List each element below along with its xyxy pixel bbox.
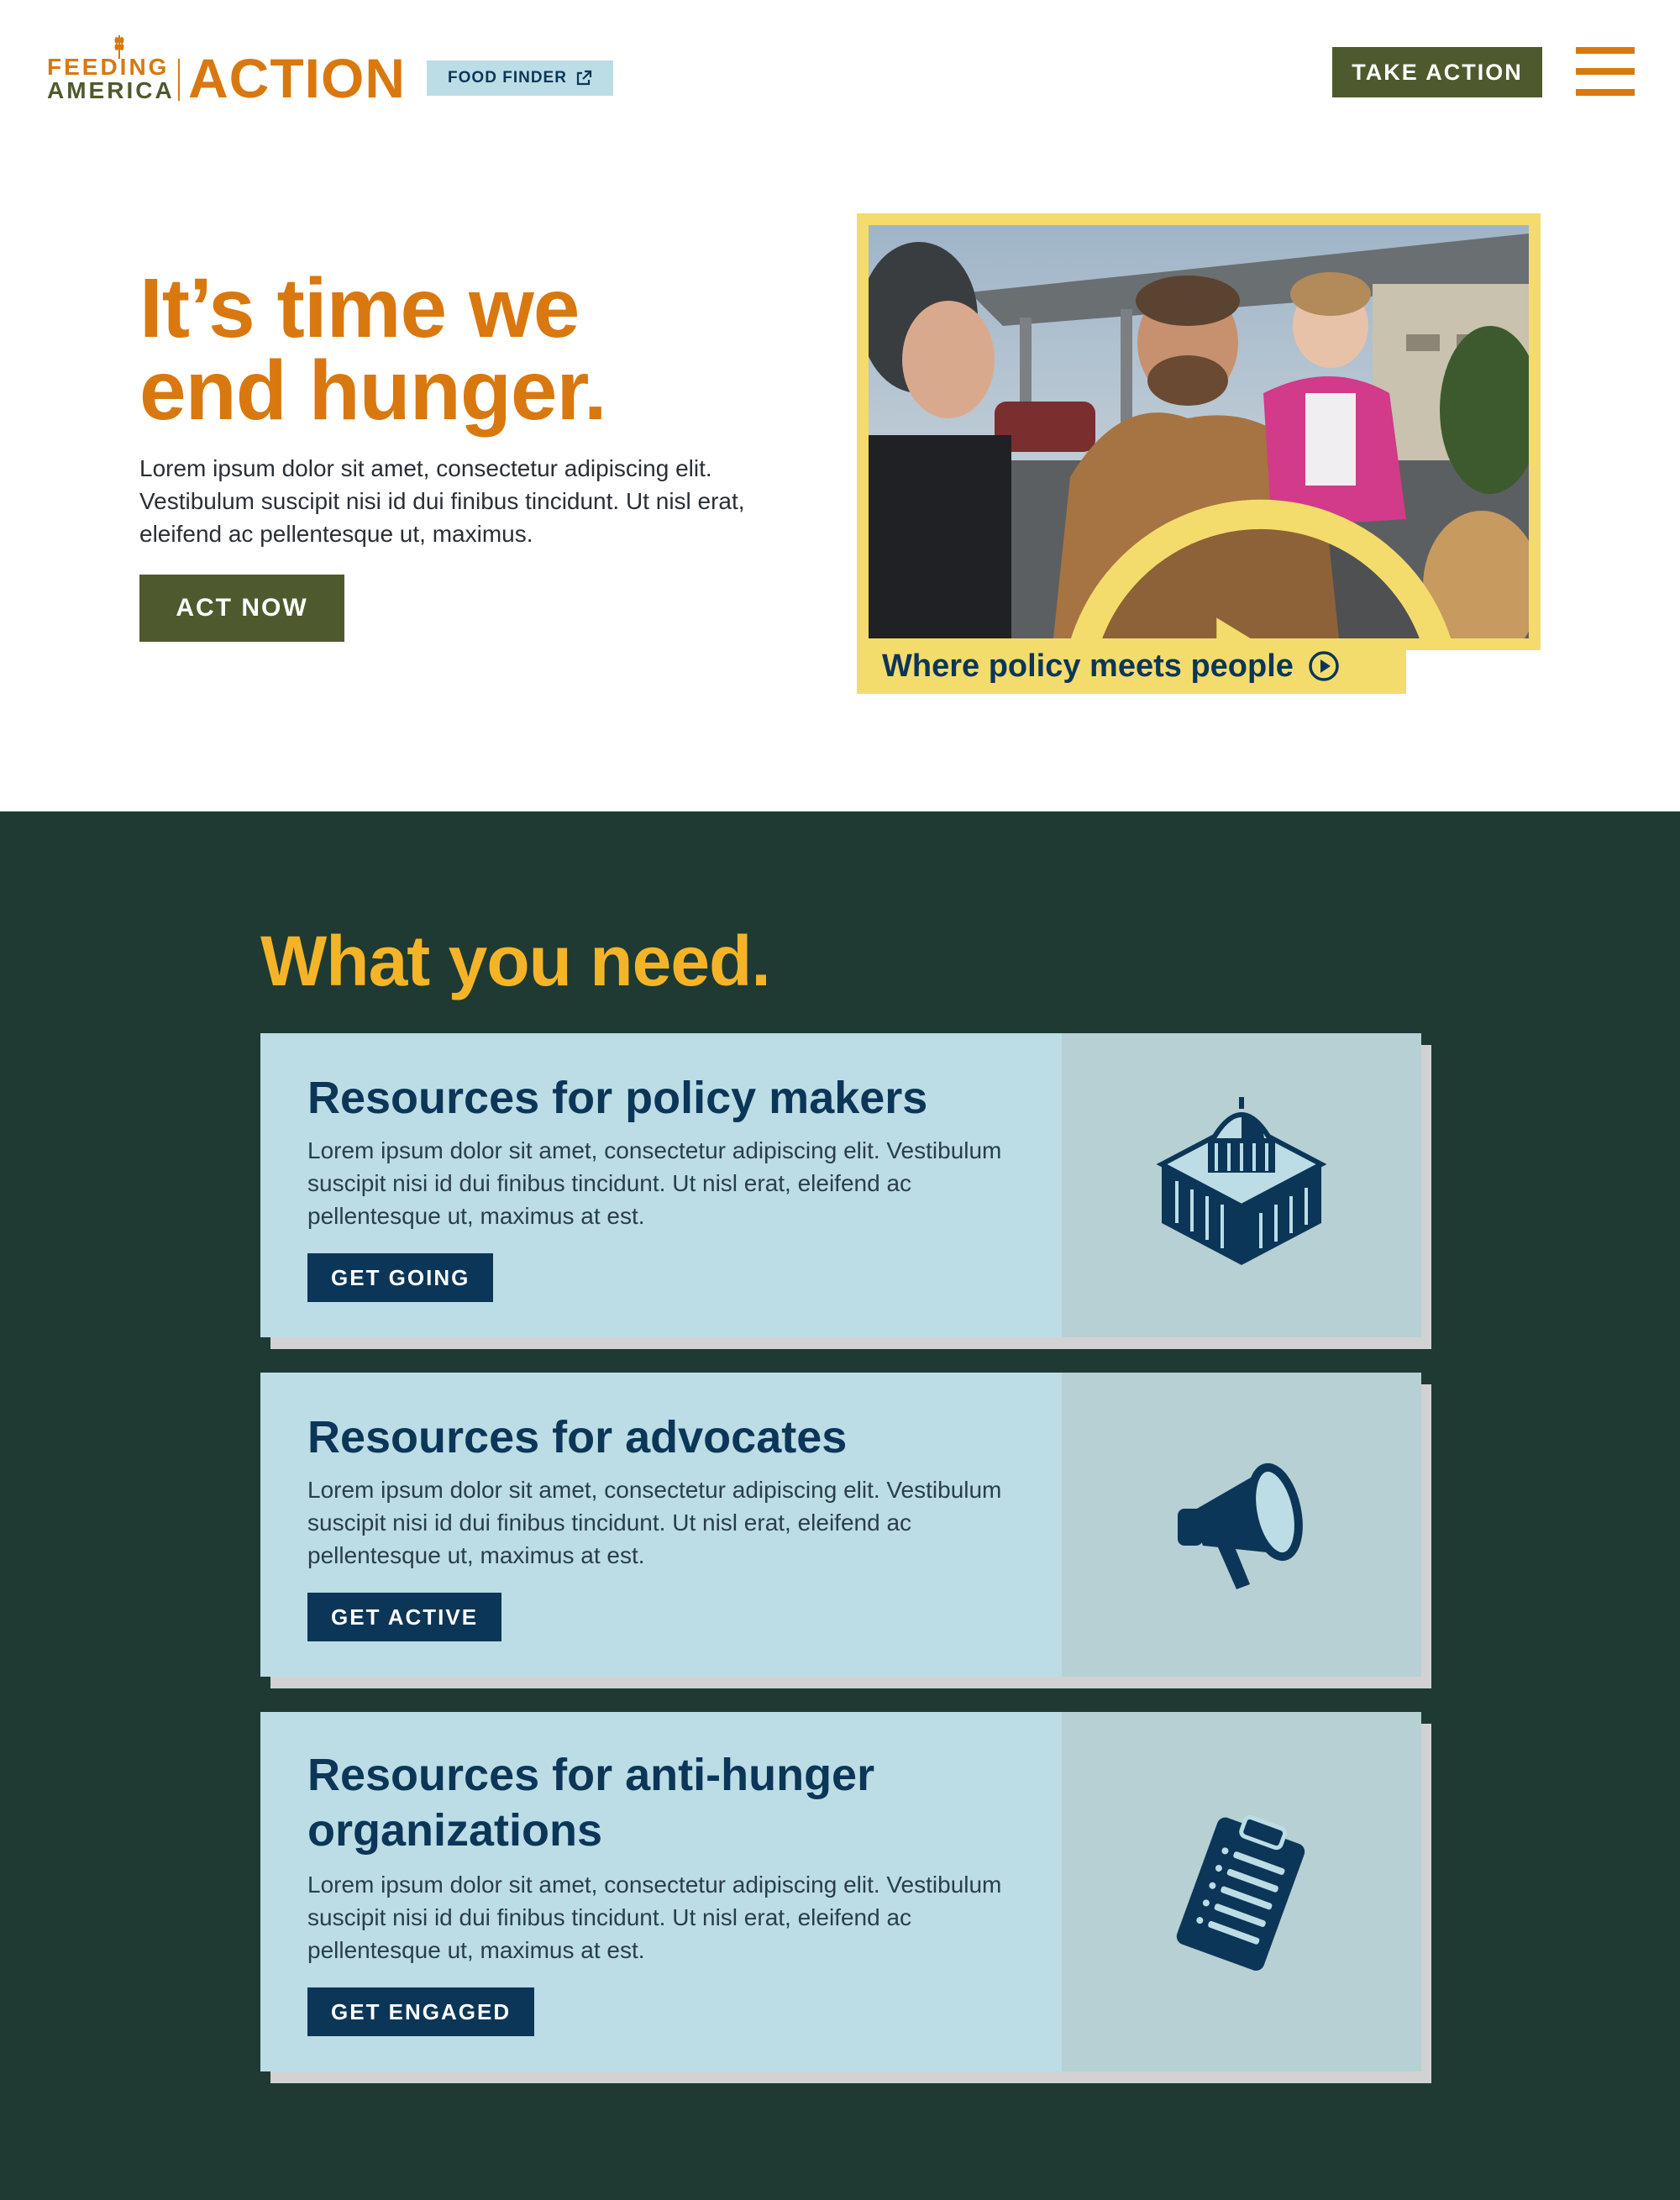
feeding-america-action-logo[interactable]: FEEDING AMERICA ACTION <box>47 34 405 109</box>
site-header: FEEDING AMERICA ACTION FOOD FINDER TAKE … <box>0 0 1680 151</box>
resources-section: What you need. Resources for policy make… <box>0 811 1680 2200</box>
card-title: Resources for advocates <box>307 1412 848 1462</box>
play-button-icon[interactable] <box>931 492 1529 638</box>
card-icon-panel <box>1062 1712 1421 2071</box>
logo-wordmark: FEEDING AMERICA <box>47 54 175 103</box>
resource-card-anti-hunger-organizations: Resources for anti-hunger organizations … <box>260 1712 1421 2071</box>
get-going-button[interactable]: GET GOING <box>307 1253 494 1302</box>
section-title: What you need. <box>260 921 771 1000</box>
hero-title: It’s time we end hunger. <box>139 261 727 438</box>
card-title: Resources for anti-hunger organizations <box>307 1750 875 1856</box>
take-action-button[interactable]: TAKE ACTION <box>1332 47 1542 97</box>
food-finder-label: FOOD FINDER <box>448 69 567 87</box>
logo-action-text: ACTION <box>188 47 406 109</box>
external-link-icon <box>576 70 592 86</box>
hero-title-line2: end hunger. <box>139 344 607 438</box>
card-body: Lorem ipsum dolor sit amet, consectetur … <box>307 1477 1002 1568</box>
video-caption-link[interactable]: Where policy meets people <box>857 638 1406 694</box>
megaphone-icon <box>1178 1462 1303 1589</box>
card-body: Lorem ipsum dolor sit amet, consectetur … <box>307 1137 1002 1229</box>
capitol-building-icon <box>1156 1097 1327 1265</box>
get-engaged-button[interactable]: GET ENGAGED <box>307 1987 535 2036</box>
clipboard-icon <box>1176 1814 1305 1971</box>
card-body: Lorem ipsum dolor sit amet, consectetur … <box>307 1872 1002 1963</box>
hamburger-menu-icon[interactable] <box>1576 47 1635 96</box>
logo-line-feeding: FEEDING <box>47 54 170 80</box>
card-icon-panel <box>1062 1033 1421 1337</box>
hero-title-line1: It’s time we <box>139 261 580 355</box>
food-finder-link[interactable]: FOOD FINDER <box>427 60 613 96</box>
card-icon-panel <box>1062 1373 1421 1677</box>
logo-divider <box>178 59 180 101</box>
logo-line-america: AMERICA <box>47 77 175 103</box>
video-player[interactable] <box>857 213 1541 650</box>
video-thumbnail[interactable] <box>869 225 1529 638</box>
resource-card-policy-makers: Resources for policy makers Lorem ipsum … <box>260 1033 1421 1337</box>
video-caption-text: Where policy meets people <box>882 648 1294 684</box>
play-circle-icon <box>1309 651 1339 681</box>
act-now-button[interactable]: ACT NOW <box>139 575 344 642</box>
hero-body: Lorem ipsum dolor sit amet, consectetur … <box>139 455 745 547</box>
get-active-button[interactable]: GET ACTIVE <box>307 1593 502 1641</box>
card-title: Resources for policy makers <box>307 1073 928 1123</box>
resource-card-advocates: Resources for advocates Lorem ipsum dolo… <box>260 1373 1421 1677</box>
